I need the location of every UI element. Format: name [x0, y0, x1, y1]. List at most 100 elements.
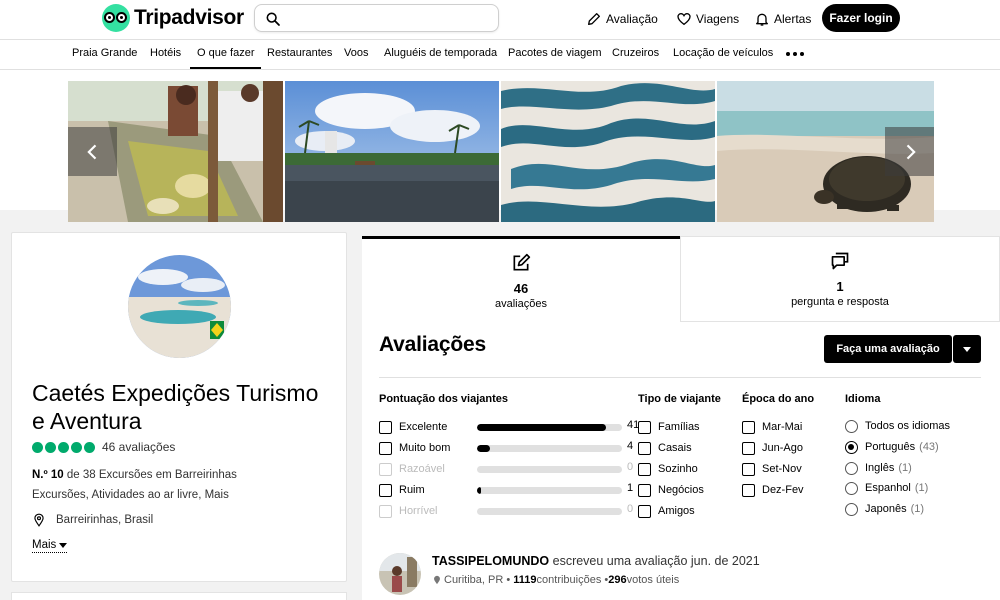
filter-season-mar-may[interactable]: Mar-Mai	[742, 419, 802, 435]
filter-rating-poor[interactable]: Ruim 1	[379, 482, 639, 498]
caret-down-icon	[59, 542, 68, 548]
review-action-text: escreveu uma avaliação jun. de 2021	[549, 554, 760, 568]
filter-language-all[interactable]: Todos os idiomas	[845, 418, 950, 434]
checkbox[interactable]	[379, 420, 392, 434]
subnav-item-praia-grande[interactable]: Praia Grande	[72, 40, 137, 69]
reviewer-contributions-count: 1119	[513, 574, 537, 586]
filter-rating-terrible: Horrível 0	[379, 503, 639, 519]
reviews-panel: 46 avaliações 1 pergunta e resposta Aval…	[362, 236, 1000, 600]
radio-button[interactable]	[845, 461, 858, 475]
subnav-item-cruises[interactable]: Cruzeiros	[612, 40, 659, 69]
gallery-prev-button[interactable]	[68, 127, 117, 176]
more-menu-icon[interactable]	[786, 52, 804, 58]
ranking-text[interactable]: N.º 10 de 38 Excursões em Barreirinhas	[32, 469, 237, 481]
checkbox[interactable]	[638, 441, 651, 455]
filter-traveler-friends[interactable]: Amigos	[638, 503, 695, 519]
checkbox[interactable]	[638, 483, 651, 497]
subnav-item-packages[interactable]: Pacotes de viagem	[508, 40, 602, 69]
filter-language-english[interactable]: Inglês (1)	[845, 460, 912, 476]
rating-count: 1	[627, 482, 634, 494]
checkbox[interactable]	[742, 462, 755, 476]
radio-button-selected[interactable]	[845, 440, 858, 454]
filter-heading-season: Época do ano	[742, 393, 815, 405]
filter-traveler-families[interactable]: Famílias	[638, 419, 700, 435]
tab-qa-label: pergunta e resposta	[791, 296, 889, 308]
search-input[interactable]	[287, 8, 487, 28]
photo-dunes[interactable]	[501, 81, 715, 222]
checkbox[interactable]	[742, 441, 755, 455]
bell-icon	[756, 13, 768, 26]
filter-season-dec-feb[interactable]: Dez-Fev	[742, 482, 804, 498]
subnav-item-vacation-rentals[interactable]: Aluguéis de temporada	[384, 40, 497, 69]
tripadvisor-logo[interactable]: Tripadvisor	[102, 4, 244, 32]
write-review-button[interactable]: Faça uma avaliação	[824, 335, 952, 363]
radio-button[interactable]	[845, 481, 858, 495]
filter-label: Espanhol	[865, 482, 911, 494]
subnav-item-restaurants[interactable]: Restaurantes	[267, 40, 332, 69]
map-pin-icon	[434, 575, 440, 585]
subnav-item-car-rentals[interactable]: Locação de veículos	[673, 40, 773, 69]
subnav-item-hotels[interactable]: Hotéis	[150, 40, 181, 69]
login-button[interactable]: Fazer login	[822, 4, 900, 32]
filter-label: Razoável	[399, 463, 445, 475]
reviewer-username[interactable]: TASSIPELOMUNDO	[432, 554, 549, 568]
write-review-dropdown-button[interactable]	[953, 335, 981, 363]
filter-traveler-solo[interactable]: Sozinho	[638, 461, 698, 477]
caret-down-icon	[963, 346, 971, 352]
filter-label: Excelente	[399, 421, 448, 433]
filter-season-sep-nov[interactable]: Set-Nov	[742, 461, 802, 477]
photo-river[interactable]	[285, 81, 499, 222]
gallery-next-button[interactable]	[885, 127, 934, 176]
checkbox[interactable]	[742, 483, 755, 497]
checkbox[interactable]	[638, 420, 651, 434]
checkbox[interactable]	[379, 441, 392, 455]
owl-logo-icon	[102, 4, 130, 32]
checkbox[interactable]	[638, 504, 651, 518]
search-box[interactable]	[254, 4, 499, 32]
checkbox[interactable]	[638, 462, 651, 476]
rating-bubble-icon	[84, 441, 95, 453]
rating-bubble-icon	[32, 441, 43, 453]
tab-reviews[interactable]: 46 avaliações	[362, 236, 680, 322]
filter-heading-rating: Pontuação dos viajantes	[379, 393, 508, 405]
subnav-item-flights[interactable]: Voos	[344, 40, 368, 69]
nav-trips[interactable]: Viagens	[676, 9, 739, 29]
search-icon	[266, 12, 280, 26]
filter-traveler-business[interactable]: Negócios	[638, 482, 704, 498]
rating-bar-track	[477, 424, 622, 431]
filter-rating-average: Razoável 0	[379, 461, 639, 477]
checkbox	[379, 504, 392, 518]
radio-button[interactable]	[845, 419, 858, 433]
nav-review[interactable]: Avaliação	[586, 9, 658, 29]
filter-language-spanish[interactable]: Espanhol (1)	[845, 480, 928, 496]
rating-count: 0	[627, 503, 634, 515]
tab-qa[interactable]: 1 pergunta e resposta	[680, 236, 1000, 322]
rating-count: 0	[627, 461, 634, 473]
checkbox[interactable]	[742, 420, 755, 434]
rating-bar-fill	[477, 424, 606, 431]
filter-rating-excellent[interactable]: Excelente 41	[379, 419, 639, 435]
categories-text[interactable]: Excursões, Atividades ao ar livre, Mais	[32, 489, 229, 501]
filter-label: Dez-Fev	[762, 484, 804, 496]
more-details-toggle[interactable]: Mais	[32, 539, 68, 553]
reviewer-votes-count: 296	[608, 574, 627, 586]
filter-rating-very-good[interactable]: Muito bom 4	[379, 440, 639, 456]
review-count-link[interactable]: 46 avaliações	[102, 440, 175, 454]
filter-language-portuguese[interactable]: Português (43)	[845, 439, 939, 455]
reviewer-votes-label: votos úteis	[626, 574, 680, 586]
rating-bubbles[interactable]: 46 avaliações	[32, 440, 175, 454]
checkbox[interactable]	[379, 483, 392, 497]
filter-season-jun-aug[interactable]: Jun-Ago	[742, 440, 803, 456]
rating-bubble-icon	[45, 441, 56, 453]
filter-heading-traveler-type: Tipo de viajante	[638, 393, 721, 405]
business-avatar[interactable]	[128, 255, 231, 358]
radio-button[interactable]	[845, 502, 858, 516]
filter-language-japanese[interactable]: Japonês (1)	[845, 501, 924, 517]
rating-count: 4	[627, 440, 634, 452]
filter-label: Set-Nov	[762, 463, 802, 475]
subnav-item-things-to-do[interactable]: O que fazer	[190, 40, 262, 69]
nav-alerts[interactable]: Alertas	[754, 9, 811, 29]
filter-traveler-couples[interactable]: Casais	[638, 440, 692, 456]
location-row[interactable]: Barreirinhas, Brasil	[32, 513, 153, 527]
reviewer-avatar[interactable]	[379, 553, 421, 595]
